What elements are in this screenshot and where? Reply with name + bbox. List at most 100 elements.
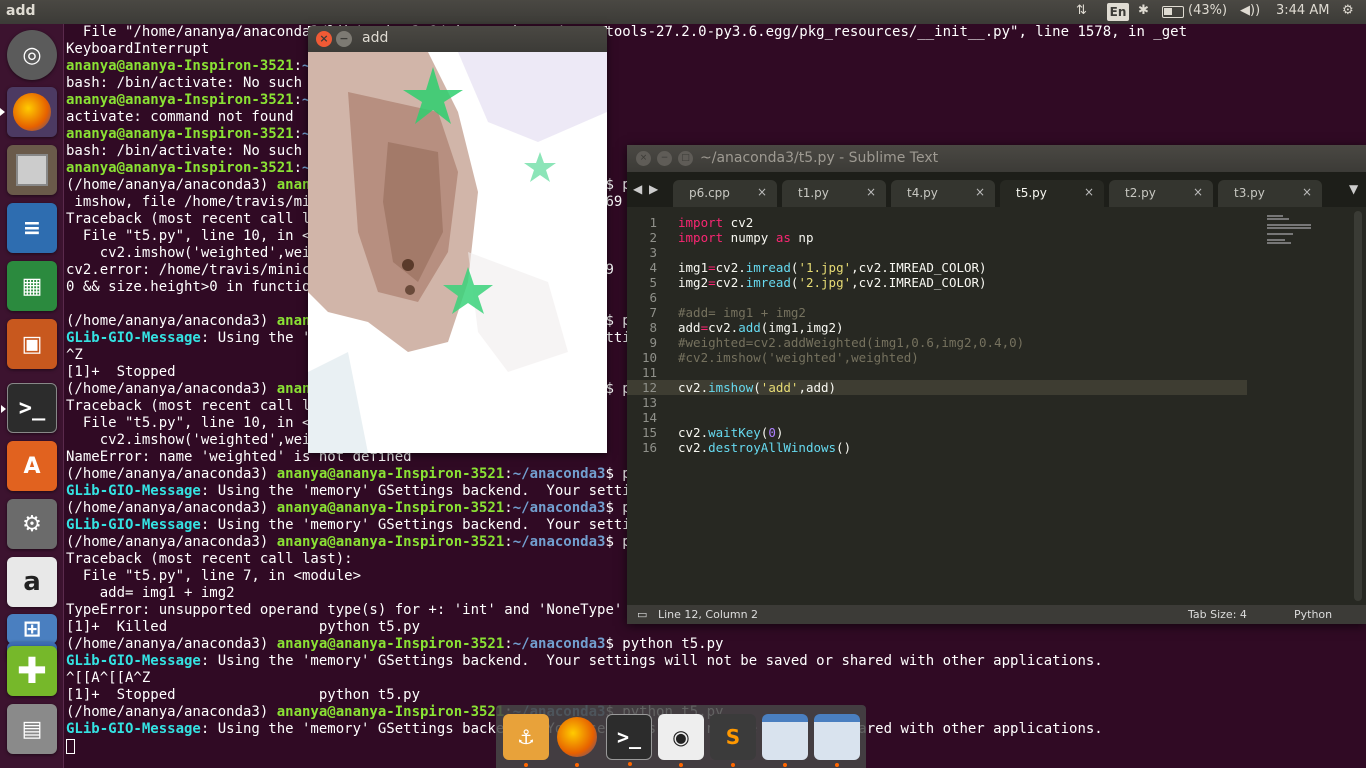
opencv-image-window[interactable]: × − add: [308, 26, 607, 453]
tab-size-setting[interactable]: Tab Size: 4: [1188, 608, 1247, 621]
sublime-text-window[interactable]: × − □ ~/anaconda3/t5.py - Sublime Text ◀…: [627, 145, 1366, 624]
minimap[interactable]: [1267, 215, 1347, 245]
code-line[interactable]: 5 img2=cv2.imread('2.jpg',cv2.IMREAD_COLO…: [627, 275, 1247, 290]
terminal-line: ^[[A^[[A^Z: [66, 670, 1366, 687]
tab-label: t2.py: [1125, 186, 1156, 200]
tab-t3-py[interactable]: t3.py ×: [1218, 180, 1322, 207]
switcher-item-sublime[interactable]: S: [710, 714, 756, 767]
minimize-icon[interactable]: −: [657, 151, 672, 166]
code-line[interactable]: 15 cv2.waitKey(0): [627, 425, 1247, 440]
tab-close-icon[interactable]: ×: [1302, 185, 1312, 199]
close-icon[interactable]: ×: [636, 151, 651, 166]
firefox-icon[interactable]: [0, 87, 57, 137]
code-line[interactable]: 1 import cv2: [627, 215, 1247, 230]
code-line[interactable]: 4 img1=cv2.imread('1.jpg',cv2.IMREAD_COLO…: [627, 260, 1247, 275]
code-token: numpy: [723, 230, 776, 245]
code-line[interactable]: 13: [627, 395, 1247, 410]
terminal-text: (/home/ananya/anaconda3): [66, 636, 277, 652]
line-number: 1: [649, 215, 657, 230]
tab-t2-py[interactable]: t2.py ×: [1109, 180, 1213, 207]
terminal-text: [1]+ Stopped python t5.py: [66, 687, 421, 703]
code-line[interactable]: 8 add=cv2.add(img1,img2): [627, 320, 1247, 335]
code-token: 0: [768, 425, 776, 440]
keyboard-layout-indicator[interactable]: En: [1107, 3, 1129, 21]
libreoffice-writer-icon[interactable]: ≡: [7, 203, 57, 253]
trash-icon[interactable]: ▤: [7, 704, 57, 754]
power-gear-icon[interactable]: ⚙: [1342, 3, 1354, 18]
libreoffice-calc-icon[interactable]: ▦: [7, 261, 57, 311]
code-line[interactable]: 14: [627, 410, 1247, 425]
code-line[interactable]: 7 #add= img1 + img2: [627, 305, 1247, 320]
tab-scroll-right-icon[interactable]: ▶: [649, 182, 658, 196]
sublime-window-title: ~/anaconda3/t5.py - Sublime Text: [700, 150, 939, 166]
code-editor[interactable]: 1 import cv2 2 import numpy as np 3 4 img1=cv2…: [627, 207, 1366, 605]
code-token: add: [678, 320, 701, 335]
code-token: cv2.: [715, 275, 746, 290]
code-token: cv2.: [678, 440, 709, 455]
tab-scroll-left-icon[interactable]: ◀: [633, 182, 642, 196]
tab-close-icon[interactable]: ×: [866, 185, 876, 199]
tab-label: t5.py: [1016, 186, 1047, 200]
terminal-line: ananya@ananya-Inspiron-3521:~$ source ~/…: [66, 126, 1366, 143]
terminal-text: :: [504, 534, 513, 550]
code-token: imread: [745, 275, 791, 290]
sublime-titlebar[interactable]: × − □ ~/anaconda3/t5.py - Sublime Text: [627, 145, 1366, 172]
glib-message-label: GLib-GIO-Message: [66, 517, 201, 533]
workspaces-icon[interactable]: ⊞: [7, 614, 57, 644]
tab-close-icon[interactable]: ×: [1193, 185, 1203, 199]
network-transfer-icon[interactable]: ⇅: [1076, 3, 1087, 18]
volume-icon[interactable]: ◀)): [1240, 3, 1260, 18]
code-token: '1.jpg': [798, 260, 852, 275]
code-line[interactable]: 16 cv2.destroyAllWindows(): [627, 440, 1247, 455]
code-line[interactable]: 6: [627, 290, 1247, 305]
system-settings-icon[interactable]: ⚙: [7, 499, 57, 549]
switcher-item-window-2[interactable]: [814, 714, 860, 767]
tab-label: p6.cpp: [689, 186, 730, 200]
image-window-titlebar[interactable]: × − add: [308, 26, 607, 52]
tab-close-icon[interactable]: ×: [757, 185, 767, 199]
ubuntu-dash-icon[interactable]: ◎: [7, 30, 57, 80]
tab-list-dropdown-icon[interactable]: ▼: [1349, 182, 1358, 196]
code-line[interactable]: 12 cv2.imshow('add',add): [627, 380, 1247, 395]
terminal-line: GLib-GIO-Message: Using the 'memory' GSe…: [66, 653, 1366, 670]
tab-t4-py[interactable]: t4.py ×: [891, 180, 995, 207]
code-token: (: [753, 380, 761, 395]
maximize-icon[interactable]: □: [678, 151, 693, 166]
minimize-icon[interactable]: −: [336, 31, 352, 47]
line-number: 9: [649, 335, 657, 350]
close-icon[interactable]: ×: [316, 31, 332, 47]
switcher-item-terminal[interactable]: >_: [606, 714, 652, 766]
line-number: 10: [641, 350, 657, 365]
switcher-item-rhythmbox[interactable]: ◉: [658, 714, 704, 767]
switcher-item-window-1[interactable]: [762, 714, 808, 767]
code-line[interactable]: 2 import numpy as np: [627, 230, 1247, 245]
libreoffice-impress-icon[interactable]: ▣: [7, 319, 57, 369]
code-token: (img1,img2): [760, 320, 844, 335]
panel-toggle-icon[interactable]: ▭: [637, 608, 647, 621]
terminal-text: activate: command not found: [66, 109, 294, 125]
code-line[interactable]: 10 #cv2.imshow('weighted',weighted): [627, 350, 1247, 365]
files-icon[interactable]: [7, 145, 57, 195]
code-token: #add= img1 + img2: [678, 305, 806, 320]
code-token: imread: [745, 260, 791, 275]
syntax-setting[interactable]: Python: [1294, 608, 1332, 621]
tab-close-icon[interactable]: ×: [975, 185, 985, 199]
code-line[interactable]: 9 #weighted=cv2.addWeighted(img1,0.6,img2…: [627, 335, 1247, 350]
code-line[interactable]: 3: [627, 245, 1247, 260]
code-token: destroyAllWindows: [708, 440, 837, 455]
terminal-icon[interactable]: >_: [1, 383, 57, 433]
tab-t5-py[interactable]: t5.py ×: [1000, 180, 1104, 207]
tab-t1-py[interactable]: t1.py ×: [782, 180, 886, 207]
tab-close-icon[interactable]: ×: [1084, 185, 1094, 199]
switcher-item-firefox[interactable]: [554, 714, 600, 767]
bluetooth-icon[interactable]: ✱: [1138, 3, 1149, 18]
tab-p6-cpp[interactable]: p6.cpp ×: [673, 180, 777, 207]
battery-icon[interactable]: [1162, 6, 1184, 18]
ubuntu-software-icon[interactable]: A: [7, 441, 57, 491]
switcher-item-anchor[interactable]: ⚓: [503, 714, 549, 767]
vertical-scrollbar[interactable]: [1354, 211, 1362, 601]
clock[interactable]: 3:44 AM: [1276, 3, 1329, 18]
amazon-icon[interactable]: a: [7, 557, 57, 607]
add-icon[interactable]: ✚: [7, 646, 57, 696]
code-line[interactable]: 11: [627, 365, 1247, 380]
